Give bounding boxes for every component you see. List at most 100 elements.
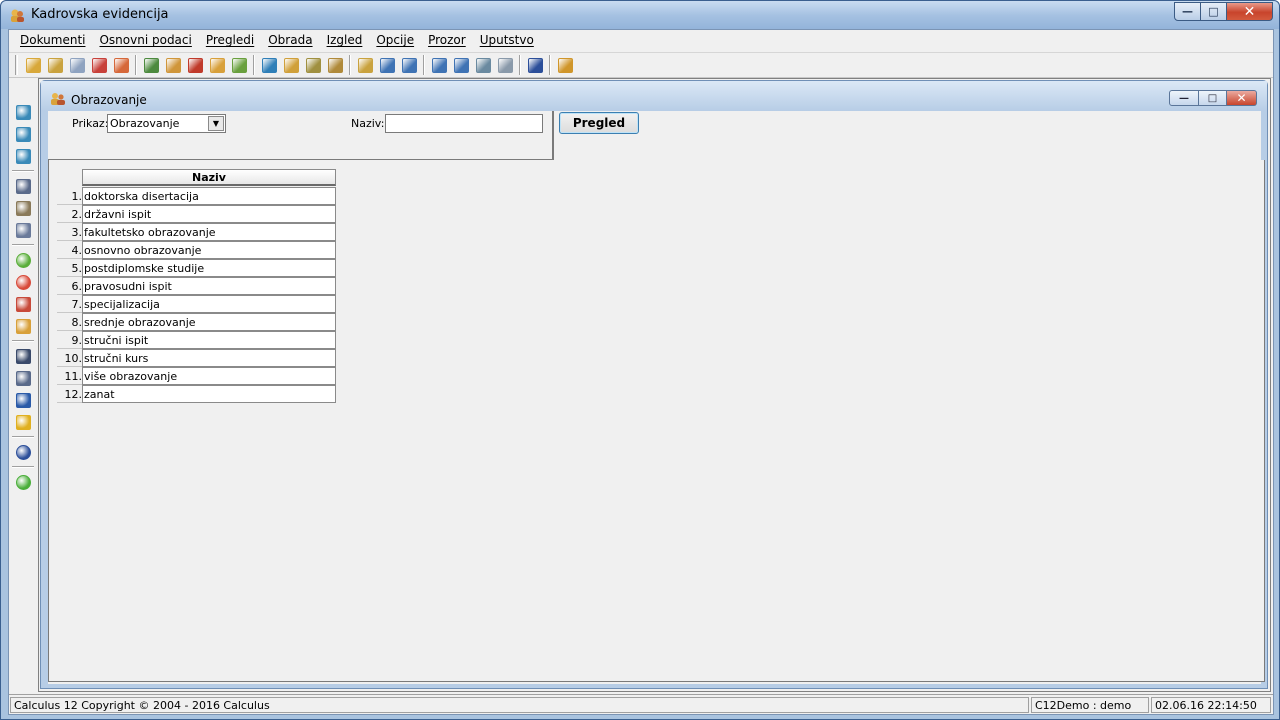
toolbar-grip[interactable]	[15, 55, 18, 75]
cell-naziv[interactable]: stručni ispit	[82, 331, 336, 349]
table-row[interactable]: 1. doktorska disertacija	[57, 187, 336, 205]
menu-obrada[interactable]: Obrada	[261, 33, 319, 47]
chevron-down-icon[interactable]: ▼	[208, 116, 224, 131]
undo-icon	[15, 296, 31, 312]
document-edit-button[interactable]	[44, 54, 66, 76]
naziv-input[interactable]	[385, 114, 543, 133]
column-header-naziv[interactable]: Naziv	[82, 169, 336, 186]
home-icon	[327, 57, 343, 73]
cell-naziv[interactable]: više obrazovanje	[82, 367, 336, 385]
cell-naziv[interactable]: osnovno obrazovanje	[82, 241, 336, 259]
menu-uputstvo[interactable]: Uputstvo	[473, 33, 541, 47]
home-settings-button[interactable]	[302, 54, 324, 76]
delete-document-icon	[91, 57, 107, 73]
table-row[interactable]: 5. postdiplomske studije	[57, 259, 336, 277]
table-row[interactable]: 9. stručni ispit	[57, 331, 336, 349]
org-chart-button[interactable]	[140, 54, 162, 76]
grid-view-button[interactable]	[450, 54, 472, 76]
open-folder-button[interactable]	[22, 54, 44, 76]
menu-dokumenti[interactable]: Dokumenti	[13, 33, 92, 47]
close-button[interactable]: ✕	[1227, 2, 1273, 21]
globe-button[interactable]	[258, 54, 280, 76]
print-preview-button[interactable]	[12, 197, 34, 219]
cell-naziv[interactable]: zanat	[82, 385, 336, 403]
menu-opcije[interactable]: Opcije	[369, 33, 421, 47]
save-button[interactable]	[12, 101, 34, 123]
hierarchy-button[interactable]	[206, 54, 228, 76]
key-icon	[69, 57, 85, 73]
users-delete-button[interactable]	[110, 54, 132, 76]
maximize-button[interactable]: □	[1201, 2, 1227, 21]
child-minimize-button[interactable]: —	[1169, 90, 1199, 106]
menu-izgled[interactable]: Izgled	[320, 33, 370, 47]
filter-icon	[15, 414, 31, 430]
users-delete-icon	[113, 57, 129, 73]
report-button[interactable]	[354, 54, 376, 76]
home-button[interactable]	[324, 54, 346, 76]
menu-prozor[interactable]: Prozor	[421, 33, 473, 47]
table-row[interactable]: 8. srednje obrazovanje	[57, 313, 336, 331]
exit-button[interactable]	[554, 54, 576, 76]
child-restore-button[interactable]: □	[1199, 90, 1227, 106]
menu-pregledi[interactable]: Pregledi	[199, 33, 261, 47]
table-row[interactable]: 6. pravosudni ispit	[57, 277, 336, 295]
sidebar-separator	[12, 170, 34, 172]
find-button[interactable]	[12, 345, 34, 367]
print-icon	[15, 178, 31, 194]
table-row[interactable]: 12. zanat	[57, 385, 336, 403]
report-info-button[interactable]	[376, 54, 398, 76]
edit-button[interactable]	[12, 315, 34, 337]
find-next-button[interactable]	[12, 367, 34, 389]
tools-button[interactable]	[162, 54, 184, 76]
cell-naziv[interactable]: fakultetsko obrazovanje	[82, 223, 336, 241]
cell-naziv[interactable]: doktorska disertacija	[82, 187, 336, 205]
go-button[interactable]	[12, 471, 34, 493]
save-as-button[interactable]	[12, 123, 34, 145]
sort-icon	[15, 392, 31, 408]
delete-document-button[interactable]	[88, 54, 110, 76]
function-icon	[187, 57, 203, 73]
table-row[interactable]: 3. fakultetsko obrazovanje	[57, 223, 336, 241]
table-row[interactable]: 2. državni ispit	[57, 205, 336, 223]
report-info-icon	[379, 57, 395, 73]
undo-button[interactable]	[12, 293, 34, 315]
save-all-icon	[15, 148, 31, 164]
help-button[interactable]	[524, 54, 546, 76]
cell-naziv[interactable]: pravosudni ispit	[82, 277, 336, 295]
print-button[interactable]	[12, 175, 34, 197]
document-edit-icon	[47, 57, 63, 73]
child-close-button[interactable]: ✕	[1227, 90, 1257, 106]
info-list-button[interactable]	[398, 54, 420, 76]
table-row[interactable]: 7. specijalizacija	[57, 295, 336, 313]
prikaz-select[interactable]: Obrazovanje ▼	[107, 114, 226, 133]
function-button[interactable]	[184, 54, 206, 76]
print-settings-button[interactable]	[12, 219, 34, 241]
add-button[interactable]	[12, 249, 34, 271]
settings-user-button[interactable]	[280, 54, 302, 76]
cell-naziv[interactable]: državni ispit	[82, 205, 336, 223]
title-bar[interactable]: Kadrovska evidencija — □ ✕	[1, 1, 1279, 29]
key-button[interactable]	[66, 54, 88, 76]
table-row[interactable]: 11. više obrazovanje	[57, 367, 336, 385]
row-number: 5.	[57, 259, 83, 277]
filter-button[interactable]	[12, 411, 34, 433]
report-icon	[357, 57, 373, 73]
table-row[interactable]: 4. osnovno obrazovanje	[57, 241, 336, 259]
cell-naziv[interactable]: stručni kurs	[82, 349, 336, 367]
cell-naziv[interactable]: specijalizacija	[82, 295, 336, 313]
help-button[interactable]	[12, 441, 34, 463]
child-title-bar[interactable]: Obrazovanje — □ ✕	[41, 81, 1267, 111]
user-button[interactable]	[228, 54, 250, 76]
save-all-button[interactable]	[12, 145, 34, 167]
table-row[interactable]: 10. stručni kurs	[57, 349, 336, 367]
mail-button[interactable]	[494, 54, 516, 76]
network-button[interactable]	[472, 54, 494, 76]
cell-naziv[interactable]: srednje obrazovanje	[82, 313, 336, 331]
sort-button[interactable]	[12, 389, 34, 411]
minimize-button[interactable]: —	[1174, 2, 1201, 21]
remove-button[interactable]	[12, 271, 34, 293]
menu-osnovni-podaci[interactable]: Osnovni podaci	[92, 33, 198, 47]
cell-naziv[interactable]: postdiplomske studije	[82, 259, 336, 277]
layout-button[interactable]	[428, 54, 450, 76]
pregled-button[interactable]: Pregled	[559, 112, 639, 134]
